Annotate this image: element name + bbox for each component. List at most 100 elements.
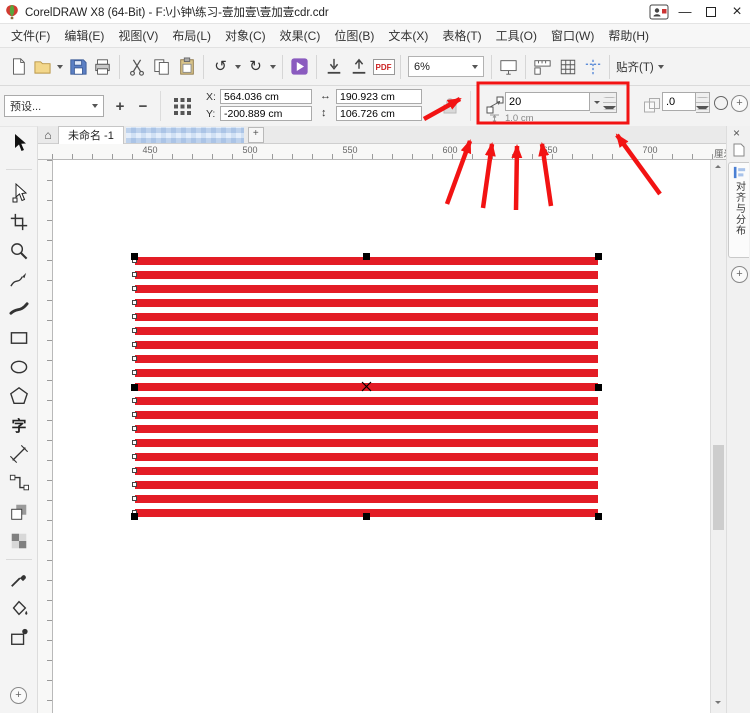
document-tab[interactable]: 未命名 -1 xyxy=(58,125,124,144)
ellipse-tool[interactable] xyxy=(7,355,31,379)
drop-shadow-tool[interactable] xyxy=(7,500,31,524)
undo-button[interactable]: ↺ xyxy=(208,53,233,81)
save-button[interactable] xyxy=(65,53,90,81)
selection-handle[interactable] xyxy=(595,253,602,260)
crop-tool[interactable] xyxy=(7,210,31,234)
drawing-canvas[interactable] xyxy=(53,160,710,713)
menu-text[interactable]: 文本(X) xyxy=(381,27,435,44)
docker-tab-align-distribute[interactable]: 对齐与分布 xyxy=(728,162,749,258)
blend-steps-spinner[interactable] xyxy=(603,92,617,113)
menu-object[interactable]: 对象(C) xyxy=(218,27,273,44)
lock-ratio-button[interactable] xyxy=(438,94,462,118)
menu-edit[interactable]: 编辑(E) xyxy=(57,27,111,44)
vertical-scrollbar[interactable] xyxy=(710,160,726,713)
menu-table[interactable]: 表格(T) xyxy=(435,27,488,44)
minimize-button[interactable]: — xyxy=(672,0,698,23)
zoom-tool[interactable] xyxy=(7,239,31,263)
connector-tool[interactable] xyxy=(7,471,31,495)
blend-steps-field[interactable] xyxy=(505,92,590,111)
publish-pdf-button[interactable]: PDF xyxy=(371,53,396,81)
open-dropdown[interactable] xyxy=(55,53,65,81)
preset-combo[interactable]: 预设... xyxy=(4,95,104,117)
add-preset-button[interactable]: + xyxy=(110,96,130,116)
show-rulers-button[interactable] xyxy=(530,53,555,81)
customize-toolbox-button[interactable]: + xyxy=(10,687,27,704)
export-button[interactable] xyxy=(346,53,371,81)
polygon-tool[interactable] xyxy=(7,384,31,408)
blend-direction-spinner[interactable] xyxy=(696,92,710,113)
menu-file[interactable]: 文件(F) xyxy=(4,27,57,44)
selection-handle[interactable] xyxy=(363,513,370,520)
import-button[interactable] xyxy=(321,53,346,81)
blend-steps-dropdown[interactable] xyxy=(590,92,604,113)
menu-tools[interactable]: 工具(O) xyxy=(489,27,544,44)
menu-help[interactable]: 帮助(H) xyxy=(601,27,656,44)
blend-wrap-button[interactable] xyxy=(640,94,664,118)
quick-customize-button[interactable]: + xyxy=(731,266,748,283)
blend-spacing-value[interactable]: 1.0 cm xyxy=(505,113,534,124)
zoom-level-combo[interactable]: 6% xyxy=(408,56,484,77)
docker-close-button[interactable]: × xyxy=(733,126,740,140)
menu-window[interactable]: 窗口(W) xyxy=(544,27,601,44)
open-button[interactable] xyxy=(30,53,55,81)
selection-handle[interactable] xyxy=(131,253,138,260)
transparency-tool[interactable] xyxy=(7,529,31,553)
artistic-media-tool[interactable] xyxy=(7,297,31,321)
spinner-down-icon[interactable] xyxy=(603,103,616,112)
menu-effects[interactable]: 效果(C) xyxy=(273,27,328,44)
new-tab-button[interactable]: + xyxy=(247,126,264,143)
home-icon[interactable]: ⌂ xyxy=(38,128,58,142)
freehand-tool[interactable] xyxy=(7,268,31,292)
object-height-field[interactable] xyxy=(336,106,422,121)
vertical-ruler[interactable] xyxy=(38,160,53,713)
sign-in-button[interactable] xyxy=(646,0,672,23)
rectangle-tool[interactable] xyxy=(7,326,31,350)
spinner-down-icon[interactable] xyxy=(696,103,709,112)
object-width-field[interactable] xyxy=(336,89,422,104)
smart-fill-tool[interactable] xyxy=(7,625,31,649)
more-options-button[interactable]: + xyxy=(731,95,748,112)
snap-to-dropdown[interactable]: 贴齐(T) xyxy=(616,59,664,75)
cut-button[interactable] xyxy=(124,53,149,81)
show-guidelines-button[interactable] xyxy=(580,53,605,81)
scrollbar-thumb[interactable] xyxy=(713,445,724,530)
text-tool[interactable]: 字 xyxy=(7,413,31,437)
interactive-fill-tool[interactable] xyxy=(7,596,31,620)
print-button[interactable] xyxy=(90,53,115,81)
color-eyedropper-tool[interactable] xyxy=(7,567,31,591)
copy-button[interactable] xyxy=(149,53,174,81)
show-grid-button[interactable] xyxy=(555,53,580,81)
redo-button[interactable]: ↻ xyxy=(243,53,268,81)
dimension-tool[interactable] xyxy=(7,442,31,466)
object-position-grid-button[interactable] xyxy=(170,94,194,118)
close-button[interactable]: × xyxy=(724,0,750,23)
selection-handle[interactable] xyxy=(595,384,602,391)
shape-tool[interactable] xyxy=(7,181,31,205)
blend-direction-field[interactable] xyxy=(662,92,696,111)
paste-button[interactable] xyxy=(174,53,199,81)
search-content-button[interactable] xyxy=(287,53,312,81)
x-position-field[interactable] xyxy=(220,89,312,104)
selection-handle[interactable] xyxy=(131,384,138,391)
pick-tool[interactable] xyxy=(7,131,31,155)
fullscreen-preview-button[interactable] xyxy=(496,53,521,81)
selection-handle[interactable] xyxy=(595,513,602,520)
spinner-up-icon[interactable] xyxy=(696,93,709,103)
scroll-down-icon[interactable] xyxy=(715,701,721,704)
loop-blend-button[interactable] xyxy=(714,96,728,110)
selection-handle[interactable] xyxy=(363,253,370,260)
scroll-up-icon[interactable] xyxy=(715,165,721,168)
y-position-field[interactable] xyxy=(220,106,312,121)
menu-layout[interactable]: 布局(L) xyxy=(165,27,218,44)
new-document-button[interactable] xyxy=(5,53,30,81)
spinner-up-icon[interactable] xyxy=(603,93,616,103)
maximize-button[interactable] xyxy=(698,0,724,23)
docker-page-icon[interactable] xyxy=(733,143,745,157)
undo-dropdown[interactable] xyxy=(233,53,243,81)
redo-dropdown[interactable] xyxy=(268,53,278,81)
selection-handle[interactable] xyxy=(131,513,138,520)
menu-bitmaps[interactable]: 位图(B) xyxy=(327,27,381,44)
horizontal-ruler[interactable]: 450 500 550 600 650 700 厘米 xyxy=(38,144,750,160)
menu-view[interactable]: 视图(V) xyxy=(111,27,165,44)
remove-preset-button[interactable]: − xyxy=(133,96,153,116)
